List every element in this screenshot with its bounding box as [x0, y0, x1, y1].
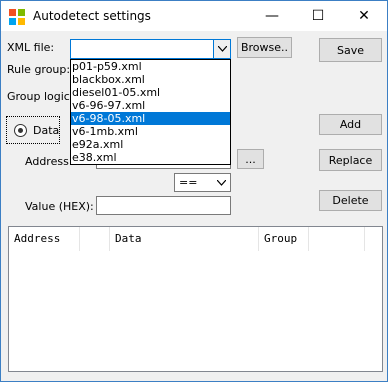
value-hex-label: Value (HEX):: [25, 200, 94, 213]
minimize-icon: —: [265, 8, 279, 24]
xml-file-option[interactable]: e92a.xml: [71, 138, 230, 151]
maximize-icon: ☐: [311, 8, 325, 24]
xml-file-option[interactable]: p01-p59.xml: [71, 60, 230, 73]
close-icon: ✕: [358, 8, 370, 24]
rules-listview[interactable]: Address Data Group: [8, 226, 383, 372]
column-header-group[interactable]: Group: [259, 227, 309, 251]
maximize-button[interactable]: ☐: [295, 1, 341, 31]
add-button[interactable]: Add: [319, 114, 382, 135]
address-label: Address:: [25, 155, 73, 168]
delete-button[interactable]: Delete: [319, 190, 382, 211]
minimize-button[interactable]: —: [249, 1, 295, 31]
xml-file-option[interactable]: v6-1mb.xml: [71, 125, 230, 138]
app-icon: [9, 9, 25, 25]
column-header-blank[interactable]: [80, 227, 110, 251]
replace-button[interactable]: Replace: [319, 149, 382, 171]
title-bar[interactable]: Autodetect settings — ☐ ✕: [1, 1, 387, 31]
chevron-down-icon: [217, 180, 226, 186]
xml-file-option[interactable]: v6-96-97.xml: [71, 99, 230, 112]
autodetect-settings-window: Autodetect settings — ☐ ✕ XML file: Rule…: [0, 0, 388, 382]
operator-value: ==: [179, 176, 198, 189]
browse-button[interactable]: Browse..: [237, 37, 292, 58]
xml-file-option[interactable]: v6-98-05.xml: [71, 112, 230, 125]
column-header-extra[interactable]: [309, 227, 365, 251]
xml-file-dropdown-list[interactable]: p01-p59.xml blackbox.xml diesel01-05.xml v6…: [70, 59, 231, 165]
group-logic-label: Group logic:: [7, 90, 74, 103]
xml-file-option[interactable]: e38.xml: [71, 151, 230, 164]
operator-select[interactable]: ==: [174, 173, 231, 192]
chevron-down-icon: [217, 46, 227, 52]
xml-file-combobox[interactable]: [70, 39, 231, 59]
close-button[interactable]: ✕: [341, 1, 387, 31]
address-browse-button[interactable]: ...: [237, 149, 264, 169]
xml-file-option[interactable]: blackbox.xml: [71, 73, 230, 86]
xml-file-option[interactable]: diesel01-05.xml: [71, 86, 230, 99]
xml-file-label: XML file:: [7, 41, 55, 54]
data-radio-label: Data: [33, 124, 60, 137]
column-header-data[interactable]: Data: [110, 227, 259, 251]
column-header-address[interactable]: Address: [9, 227, 80, 251]
data-radio[interactable]: [14, 124, 27, 137]
rule-group-label: Rule group:: [7, 63, 71, 76]
save-button[interactable]: Save: [319, 38, 382, 62]
value-hex-input[interactable]: [96, 196, 231, 215]
xml-file-dropdown-button[interactable]: [213, 40, 230, 58]
window-title: Autodetect settings: [33, 9, 151, 23]
